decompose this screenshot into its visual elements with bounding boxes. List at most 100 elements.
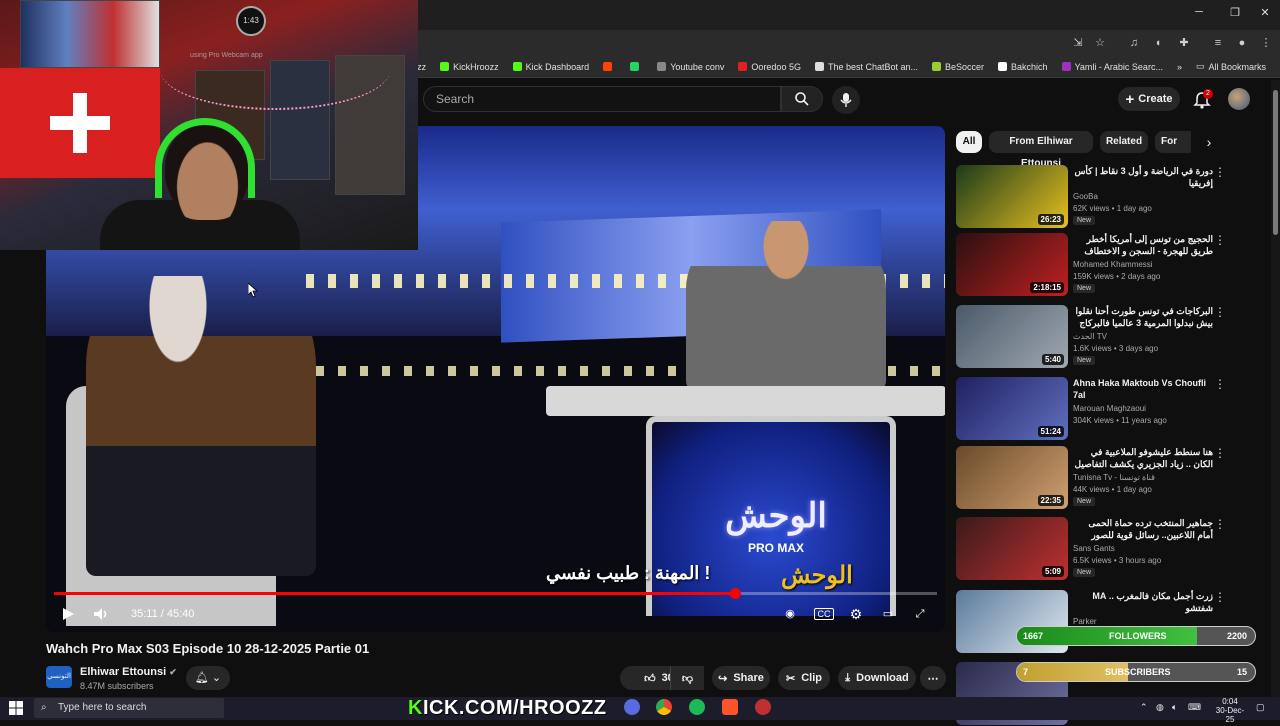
- notification-center-icon[interactable]: ▢: [1256, 702, 1265, 713]
- theater-mode-icon[interactable]: ▭: [878, 604, 898, 624]
- bookmark-item[interactable]: [603, 62, 616, 71]
- dislike-button[interactable]: 👎︎: [670, 666, 704, 690]
- recommendation-thumbnail[interactable]: 5:40: [956, 305, 1068, 368]
- recommendation-item[interactable]: 51:24 Ahna Haka Maktoub Vs Choufli 7al Mar…: [956, 377, 1268, 441]
- minimize-icon[interactable]: ─: [1190, 6, 1208, 22]
- browser-menu-icon[interactable]: ⋮: [1258, 35, 1274, 51]
- recommendation-thumbnail[interactable]: 2:18:15: [956, 233, 1068, 296]
- extension-music-icon[interactable]: ♫: [1126, 35, 1142, 51]
- create-button[interactable]: + Create: [1118, 87, 1180, 111]
- settings-gear-icon[interactable]: ⚙: [846, 604, 866, 624]
- all-bookmarks-folder[interactable]: ▭ All Bookmarks: [1196, 61, 1266, 72]
- more-vertical-icon[interactable]: ⋮: [1214, 305, 1226, 319]
- scrollbar-thumb[interactable]: [1273, 90, 1278, 235]
- bookmark-item[interactable]: The best ChatBot an...: [814, 62, 918, 72]
- autoplay-toggle[interactable]: ◉: [780, 604, 800, 624]
- recommendation-thumbnail[interactable]: 51:24: [956, 377, 1068, 440]
- bookmark-item[interactable]: Bakchich: [998, 62, 1048, 72]
- recommendation-channel[interactable]: Parker: [1073, 617, 1097, 626]
- profile-icon[interactable]: ●: [1234, 35, 1250, 51]
- subscription-bell-button[interactable]: 🔔︎ ⌄: [186, 666, 230, 690]
- recommendation-item[interactable]: 5:40 البركاجات في تونس طورت أحنا نقلوا بي…: [956, 305, 1268, 369]
- bookmark-star-icon[interactable]: ☆: [1092, 35, 1108, 51]
- media-control-icon[interactable]: ≡: [1210, 35, 1226, 51]
- spotify-icon[interactable]: [689, 699, 705, 715]
- fullscreen-icon[interactable]: ⤢: [910, 604, 930, 624]
- more-vertical-icon[interactable]: ⋮: [1214, 165, 1226, 179]
- extensions-puzzle-icon[interactable]: ✚: [1176, 35, 1192, 51]
- recommendation-channel[interactable]: GooBa: [1073, 192, 1098, 201]
- search-input[interactable]: Search: [423, 86, 781, 112]
- recommendation-item[interactable]: 22:35 هنا سنطط عليشوفو الملاعبية في الكان…: [956, 446, 1268, 510]
- more-vertical-icon[interactable]: ⋮: [1214, 590, 1226, 604]
- brave-icon[interactable]: [722, 699, 738, 715]
- bookmark-item[interactable]: [630, 62, 643, 71]
- tray-network-icon[interactable]: ◍: [1156, 702, 1164, 713]
- tray-volume-icon[interactable]: 🔈︎: [1172, 702, 1177, 713]
- bookmark-item[interactable]: Kick Dashboard: [512, 62, 589, 72]
- account-avatar[interactable]: [1228, 88, 1250, 110]
- recommendation-thumbnail[interactable]: 5:09: [956, 517, 1068, 580]
- chip-all[interactable]: All: [956, 131, 982, 153]
- bookmark-item[interactable]: Yamli - Arabic Searc...: [1061, 62, 1163, 72]
- progress-bar[interactable]: [54, 588, 937, 599]
- captions-icon[interactable]: CC: [814, 608, 834, 620]
- bookmark-item[interactable]: Ooredoo 5G: [738, 62, 801, 72]
- chip-related[interactable]: Related: [1100, 131, 1148, 153]
- recommendation-channel[interactable]: Tunisna Tv - قناة تونسنا: [1073, 473, 1155, 482]
- clip-button[interactable]: ✂ Clip: [778, 666, 830, 690]
- more-actions-button[interactable]: ⋯: [920, 666, 946, 690]
- more-vertical-icon[interactable]: ⋮: [1214, 233, 1226, 247]
- play-icon[interactable]: [60, 604, 76, 624]
- discord-icon[interactable]: [624, 699, 640, 715]
- recommendation-title[interactable]: هنا سنطط عليشوفو الملاعبية في الكان .. ز…: [1073, 446, 1213, 470]
- install-app-icon[interactable]: ⇲: [1070, 35, 1086, 51]
- recommendation-item[interactable]: 5:09 جماهير المنتخب ترده حماة الحمى أمام …: [956, 517, 1268, 581]
- tray-chevron-up-icon[interactable]: ⌃: [1140, 702, 1148, 713]
- recommendation-item[interactable]: 26:23 دورة في الرياضة و أول 3 نقاط | كأس …: [956, 165, 1268, 229]
- more-bookmarks-icon[interactable]: »: [1177, 62, 1182, 72]
- kick-k-letter: K: [408, 697, 423, 719]
- chip-for-you[interactable]: For yo: [1155, 131, 1191, 153]
- recommendation-title[interactable]: دورة في الرياضة و أول 3 نقاط | كأس إفريق…: [1073, 165, 1213, 189]
- windows-start-icon[interactable]: [8, 700, 24, 716]
- taskbar-search[interactable]: ⌕ Type here to search: [34, 698, 224, 718]
- voice-search-button[interactable]: [832, 86, 860, 114]
- taskbar-time: 0:04: [1222, 697, 1238, 706]
- recommendation-title[interactable]: جماهير المنتخب ترده حماة الحمى أمام اللا…: [1073, 517, 1213, 543]
- extension-audio-icon[interactable]: ◖: [1150, 35, 1166, 51]
- followers-goal-widget: 1667 FOLLOWERS 2200: [1016, 626, 1256, 646]
- chrome-icon[interactable]: [656, 699, 672, 715]
- bookmark-item[interactable]: Youtube conv: [657, 62, 724, 72]
- recommendation-thumbnail[interactable]: 26:23: [956, 165, 1068, 228]
- plus-icon: +: [1125, 90, 1135, 108]
- share-button[interactable]: ↪ Share: [712, 666, 770, 690]
- recommendation-title[interactable]: زرت أجمل مكان فالمغرب .. MA شفتشو: [1073, 590, 1213, 614]
- channel-name[interactable]: Elhiwar Ettounsi ✔: [80, 666, 177, 678]
- recommendation-title[interactable]: Ahna Haka Maktoub Vs Choufli 7al: [1073, 377, 1213, 401]
- more-vertical-icon[interactable]: ⋮: [1214, 517, 1226, 531]
- more-vertical-icon[interactable]: ⋮: [1214, 377, 1226, 391]
- download-button[interactable]: ⤓ Download: [838, 666, 916, 690]
- search-button[interactable]: [781, 86, 823, 112]
- chevron-right-icon[interactable]: ›: [1198, 131, 1220, 153]
- recommendation-thumbnail[interactable]: 22:35: [956, 446, 1068, 509]
- volume-icon[interactable]: [92, 604, 110, 624]
- bookmark-item[interactable]: KickHroozz: [440, 62, 499, 72]
- recommendation-title[interactable]: الحجيج من تونس إلى أمريكا أخطر طريق للهج…: [1073, 233, 1213, 259]
- close-icon[interactable]: ✕: [1256, 6, 1274, 22]
- tray-language-icon[interactable]: ⌨: [1188, 702, 1201, 713]
- more-vertical-icon[interactable]: ⋮: [1214, 446, 1226, 460]
- recommendation-item[interactable]: 2:18:15 الحجيج من تونس إلى أمريكا أخطر طر…: [956, 233, 1268, 297]
- recommendation-channel[interactable]: Sans Gants: [1073, 544, 1115, 553]
- chip-from-channel[interactable]: From Elhiwar Ettounsi: [989, 131, 1093, 169]
- recommendation-title[interactable]: البركاجات في تونس طورت أحنا نقلوا بيش نب…: [1073, 305, 1213, 331]
- obs-icon[interactable]: [755, 699, 771, 715]
- channel-avatar[interactable]: التونسي: [46, 666, 72, 688]
- progress-scrubber[interactable]: [729, 588, 741, 599]
- bookmark-item[interactable]: BeSoccer: [932, 62, 984, 72]
- recommendation-channel[interactable]: الحدث TV: [1073, 332, 1107, 341]
- recommendation-channel[interactable]: Mohamed Khammessi: [1073, 260, 1153, 269]
- recommendation-channel[interactable]: Marouan Maghzaoui: [1073, 404, 1146, 413]
- restore-icon[interactable]: ❐: [1226, 6, 1244, 22]
